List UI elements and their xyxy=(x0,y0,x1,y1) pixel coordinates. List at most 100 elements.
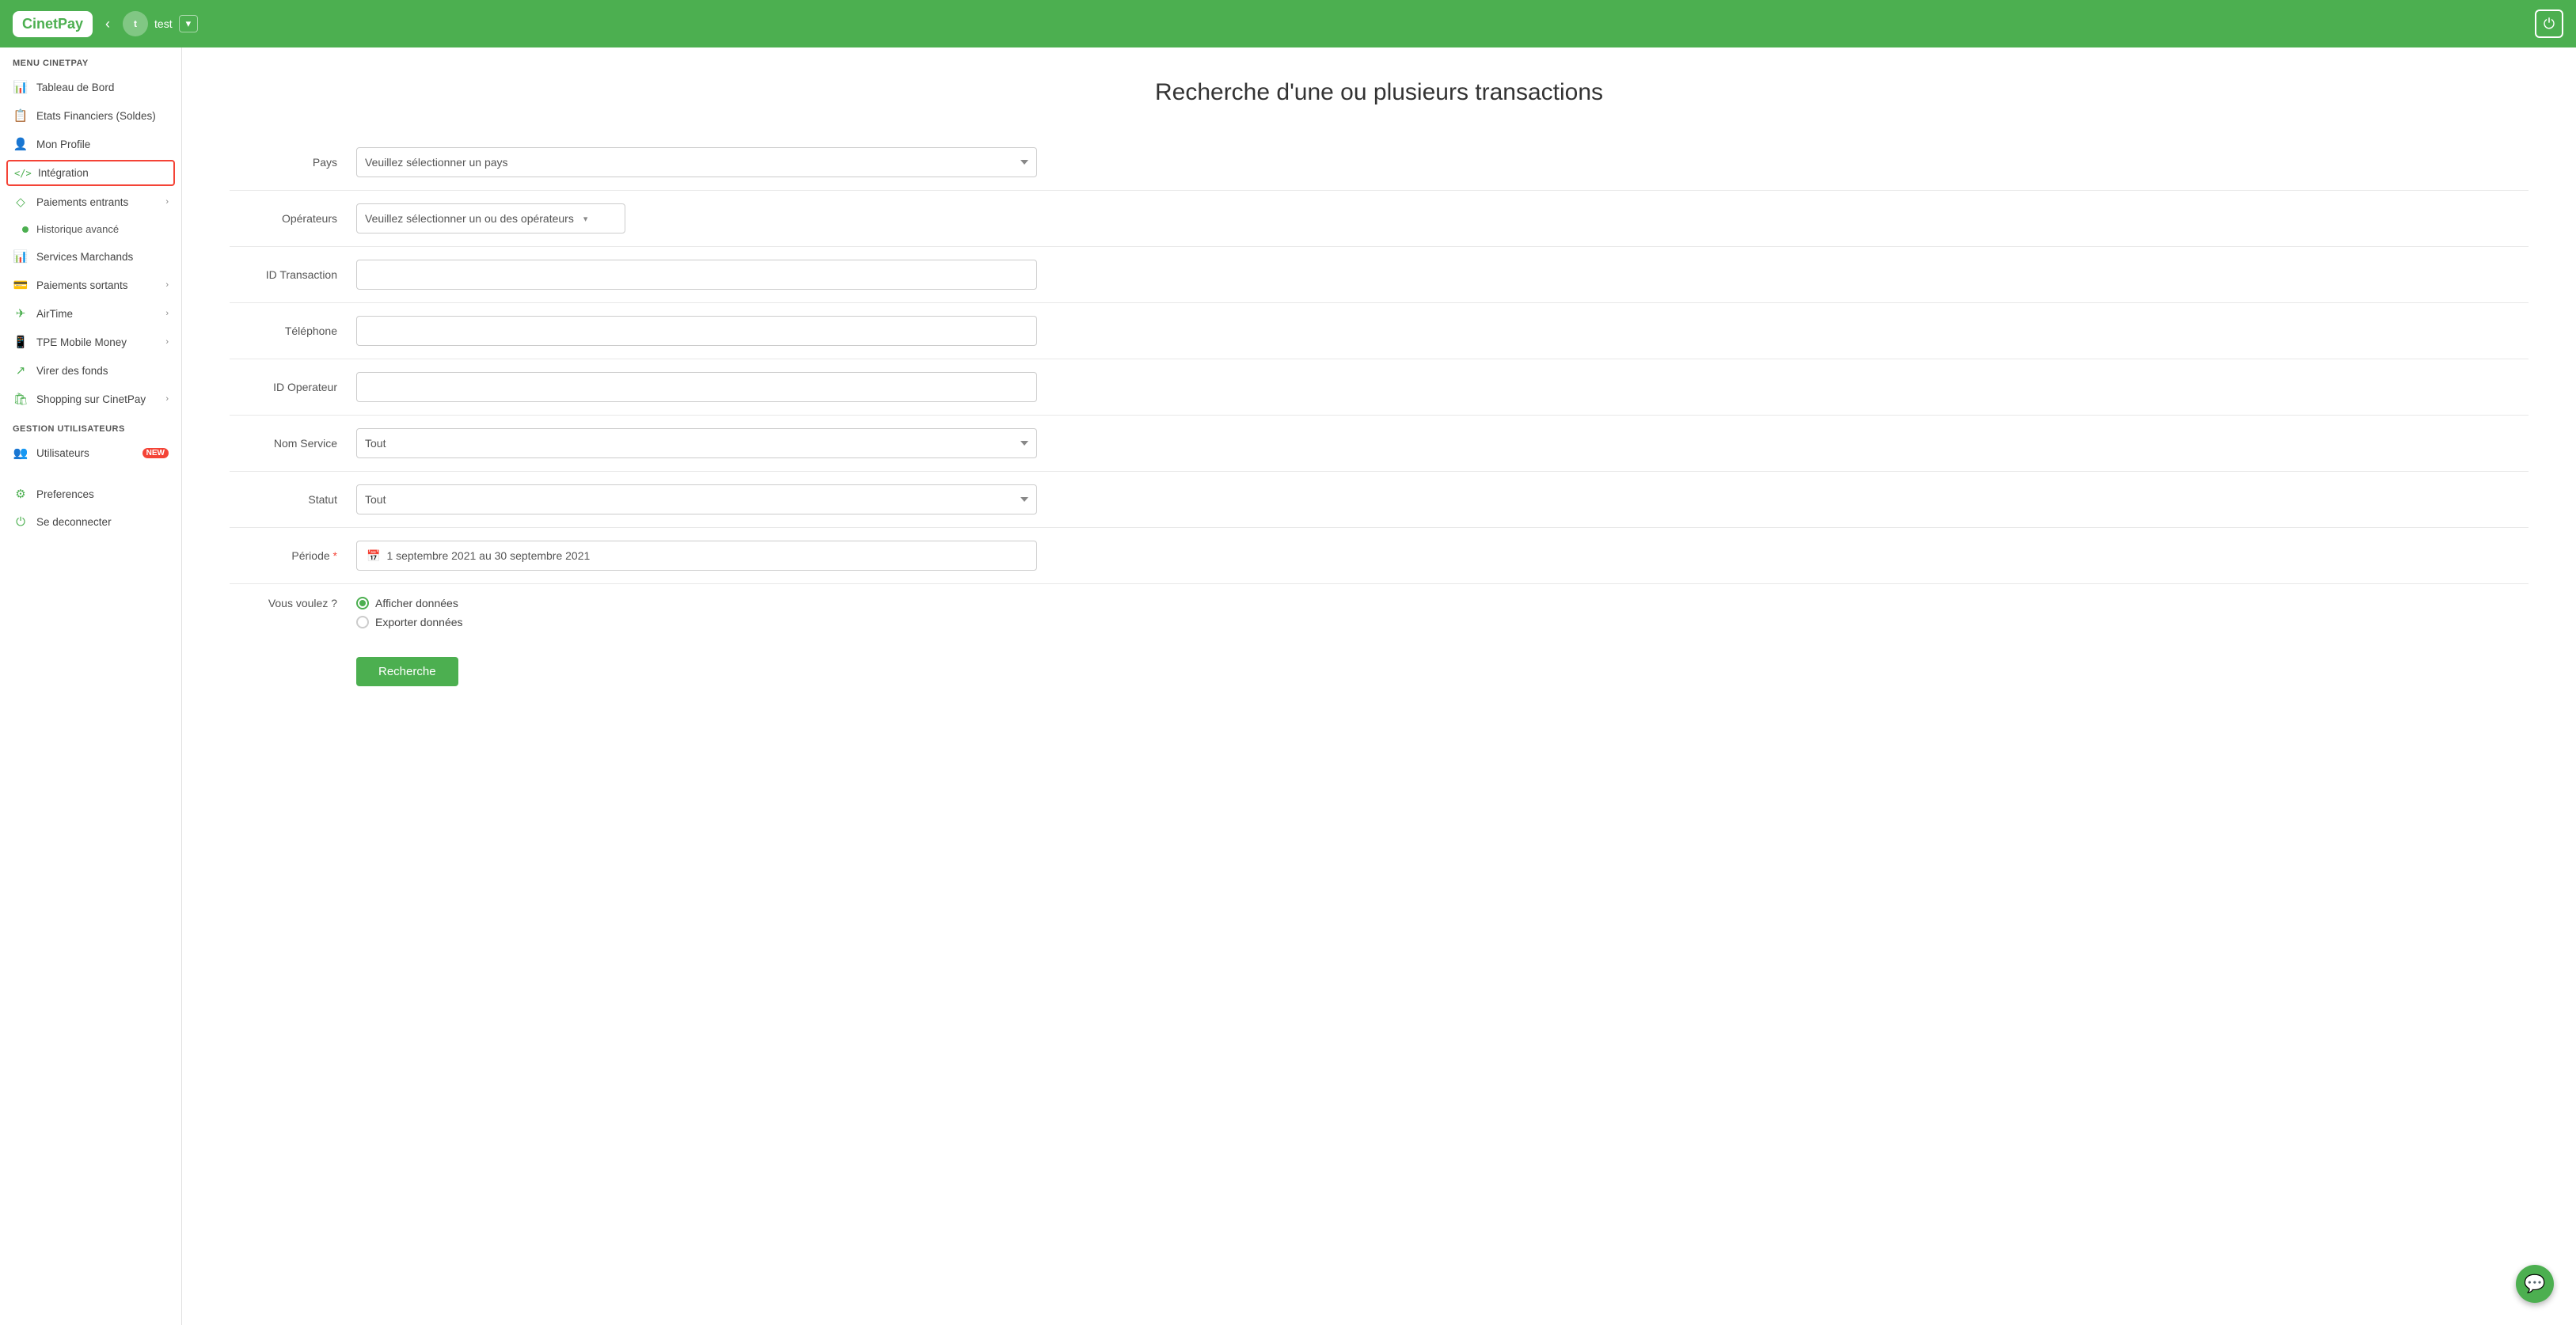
sidebar-label: Se deconnecter xyxy=(36,516,169,528)
sidebar-label: Mon Profile xyxy=(36,139,169,150)
power-button[interactable]: ⏻ xyxy=(2535,9,2563,38)
dashboard-icon: 📊 xyxy=(13,80,28,94)
periode-row: Période * 📅 1 septembre 2021 au 30 septe… xyxy=(230,528,2529,584)
nom-service-row: Nom Service Tout xyxy=(230,416,2529,472)
sidebar: MENU CINETPAY 📊 Tableau de Bord 📋 Etats … xyxy=(0,47,182,1325)
periode-input[interactable]: 📅 1 septembre 2021 au 30 septembre 2021 xyxy=(356,541,1037,571)
sidebar-label: Utilisateurs xyxy=(36,447,131,459)
new-badge: NEW xyxy=(142,448,169,458)
header-account: t test ▾ xyxy=(123,11,198,36)
periode-label: Période * xyxy=(230,549,356,562)
chevron-right-icon: › xyxy=(165,337,169,347)
sidebar-item-services-marchands[interactable]: 📊 Services Marchands xyxy=(0,242,181,271)
statut-select[interactable]: Tout xyxy=(356,484,1037,514)
account-name: test xyxy=(154,17,173,30)
operateurs-select[interactable]: Veuillez sélectionner un ou des opérateu… xyxy=(356,203,625,233)
operateurs-placeholder: Veuillez sélectionner un ou des opérateu… xyxy=(365,212,574,225)
vous-voulez-row: Vous voulez ? Afficher données Exporter … xyxy=(230,584,2529,641)
virer-icon: ↗ xyxy=(13,363,28,378)
dropdown-arrow-icon: ▾ xyxy=(583,214,588,224)
id-operateur-label: ID Operateur xyxy=(230,381,356,393)
pays-row: Pays Veuillez sélectionner un pays xyxy=(230,135,2529,191)
radio-exporter-circle[interactable] xyxy=(356,616,369,628)
services-icon: 📊 xyxy=(13,249,28,264)
sidebar-item-etats-financiers[interactable]: 📋 Etats Financiers (Soldes) xyxy=(0,101,181,130)
preferences-icon: ⚙ xyxy=(13,487,28,501)
account-avatar: t xyxy=(123,11,148,36)
chevron-right-icon: › xyxy=(165,394,169,404)
sidebar-item-paiements-sortants[interactable]: 💳 Paiements sortants › xyxy=(0,271,181,299)
gestion-section-label: GESTION UTILISATEURS xyxy=(0,413,181,439)
search-button-row: Recherche xyxy=(230,641,2529,686)
sidebar-item-paiements-entrants[interactable]: ◇ Paiements entrants › xyxy=(0,188,181,216)
sidebar-item-tpe-mobile-money[interactable]: 📱 TPE Mobile Money › xyxy=(0,328,181,356)
header: CinetPay ‹ t test ▾ ⏻ xyxy=(0,0,2576,47)
nom-service-select[interactable]: Tout xyxy=(356,428,1037,458)
main-layout: MENU CINETPAY 📊 Tableau de Bord 📋 Etats … xyxy=(0,47,2576,1325)
page-title: Recherche d'une ou plusieurs transaction… xyxy=(230,79,2529,106)
chevron-right-icon: › xyxy=(165,280,169,290)
id-operateur-input[interactable] xyxy=(356,372,1037,402)
floating-chat-button[interactable]: 💬 xyxy=(2516,1265,2554,1303)
sidebar-item-integration[interactable]: </> Intégration xyxy=(6,160,175,186)
recherche-button[interactable]: Recherche xyxy=(356,657,458,686)
pays-select[interactable]: Veuillez sélectionner un pays xyxy=(356,147,1037,177)
radio-group: Afficher données Exporter données xyxy=(356,597,463,628)
sidebar-toggle-icon[interactable]: ‹ xyxy=(105,16,110,32)
periode-value: 1 septembre 2021 au 30 septembre 2021 xyxy=(386,549,590,562)
finance-icon: 📋 xyxy=(13,108,28,123)
sidebar-item-shopping[interactable]: 🛍 Shopping sur CinetPay › xyxy=(0,385,181,413)
radio-exporter[interactable]: Exporter données xyxy=(356,616,463,628)
tpe-icon: 📱 xyxy=(13,335,28,349)
sidebar-item-preferences[interactable]: ⚙ Preferences xyxy=(0,480,181,508)
main-content: Recherche d'une ou plusieurs transaction… xyxy=(182,47,2576,1325)
shopping-icon: 🛍 xyxy=(13,392,28,406)
telephone-label: Téléphone xyxy=(230,325,356,337)
utilisateurs-icon: 👥 xyxy=(13,446,28,460)
paiements-entrants-icon: ◇ xyxy=(13,195,28,209)
radio-afficher-circle[interactable] xyxy=(356,597,369,609)
telephone-row: Téléphone xyxy=(230,303,2529,359)
sidebar-item-historique-avance[interactable]: Historique avancé xyxy=(0,216,181,242)
radio-afficher[interactable]: Afficher données xyxy=(356,597,463,609)
sidebar-label: Shopping sur CinetPay xyxy=(36,393,158,405)
nom-service-label: Nom Service xyxy=(230,437,356,450)
operateurs-label: Opérateurs xyxy=(230,212,356,225)
sidebar-label: Tableau de Bord xyxy=(36,82,169,93)
sidebar-item-tableau-de-bord[interactable]: 📊 Tableau de Bord xyxy=(0,73,181,101)
id-transaction-label: ID Transaction xyxy=(230,268,356,281)
id-operateur-row: ID Operateur xyxy=(230,359,2529,416)
menu-section-label: MENU CINETPAY xyxy=(0,47,181,73)
sidebar-label: Paiements sortants xyxy=(36,279,158,291)
operateurs-row: Opérateurs Veuillez sélectionner un ou d… xyxy=(230,191,2529,247)
paiements-sortants-icon: 💳 xyxy=(13,278,28,292)
logout-icon: ⏻ xyxy=(13,515,28,529)
dot-icon xyxy=(22,226,28,233)
telephone-input[interactable] xyxy=(356,316,1037,346)
chevron-right-icon: › xyxy=(165,309,169,318)
sidebar-item-virer-des-fonds[interactable]: ↗ Virer des fonds xyxy=(0,356,181,385)
sidebar-label: Historique avancé xyxy=(36,223,169,235)
sidebar-item-airtime[interactable]: ✈ AirTime › xyxy=(0,299,181,328)
id-transaction-input[interactable] xyxy=(356,260,1037,290)
sidebar-label: AirTime xyxy=(36,308,158,320)
sidebar-item-mon-profile[interactable]: 👤 Mon Profile xyxy=(0,130,181,158)
sidebar-label: Preferences xyxy=(36,488,169,500)
radio-exporter-label: Exporter données xyxy=(375,616,463,628)
sidebar-label: TPE Mobile Money xyxy=(36,336,158,348)
sidebar-label: Intégration xyxy=(38,167,167,179)
vous-voulez-label: Vous voulez ? xyxy=(230,597,356,609)
account-dropdown-button[interactable]: ▾ xyxy=(179,15,199,32)
sidebar-label: Virer des fonds xyxy=(36,365,169,377)
integration-icon: </> xyxy=(14,168,30,179)
sidebar-item-utilisateurs[interactable]: 👥 Utilisateurs NEW xyxy=(0,439,181,467)
statut-row: Statut Tout xyxy=(230,472,2529,528)
profile-icon: 👤 xyxy=(13,137,28,151)
pays-label: Pays xyxy=(230,156,356,169)
sidebar-label: Services Marchands xyxy=(36,251,169,263)
sidebar-item-se-deconnecter[interactable]: ⏻ Se deconnecter xyxy=(0,508,181,536)
radio-afficher-label: Afficher données xyxy=(375,597,458,609)
id-transaction-row: ID Transaction xyxy=(230,247,2529,303)
sidebar-label: Paiements entrants xyxy=(36,196,158,208)
calendar-icon: 📅 xyxy=(367,549,380,563)
